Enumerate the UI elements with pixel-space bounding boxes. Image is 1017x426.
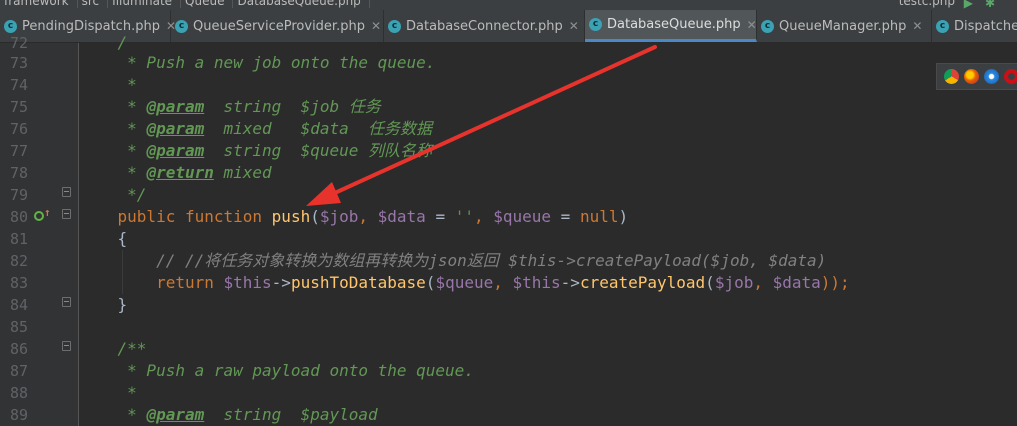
annotation-arrow-shaft: [324, 45, 657, 199]
annotation-arrow: [306, 45, 657, 206]
annotation-arrow-head: [306, 182, 341, 206]
